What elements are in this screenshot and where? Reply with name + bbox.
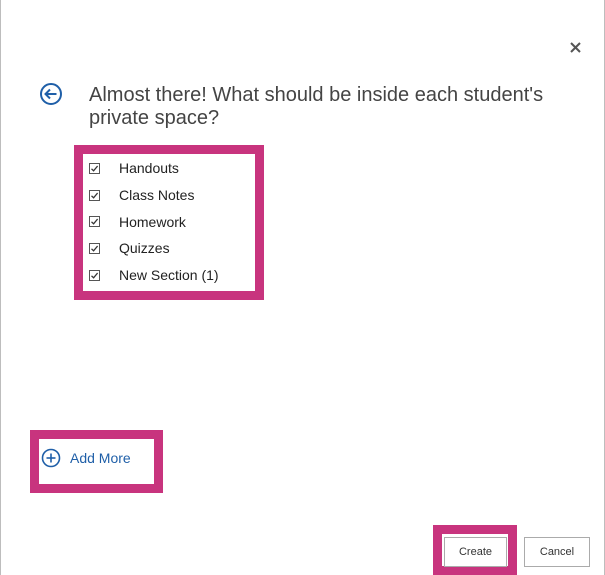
plus-circle-icon (41, 448, 61, 468)
section-label: Handouts (119, 160, 179, 177)
dialog-title: Almost there! What should be inside each… (89, 84, 544, 129)
close-button[interactable] (564, 36, 586, 58)
cancel-button[interactable]: Cancel (524, 537, 590, 567)
back-button[interactable] (39, 82, 63, 106)
checkmark-icon (91, 165, 99, 172)
section-checkbox[interactable] (89, 216, 100, 228)
checkmark-icon (91, 245, 99, 252)
section-label: Quizzes (119, 240, 170, 257)
section-item-homework[interactable]: Homework (89, 208, 219, 235)
back-arrow-icon (40, 83, 62, 105)
section-checkbox[interactable] (89, 242, 100, 254)
section-item-class-notes[interactable]: Class Notes (89, 182, 219, 209)
close-icon (569, 41, 581, 53)
section-item-new-section[interactable]: New Section (1) (89, 262, 219, 289)
checkmark-icon (91, 192, 99, 199)
section-item-handouts[interactable]: Handouts (89, 155, 219, 182)
add-more-label: Add More (70, 450, 131, 466)
section-label: Homework (119, 213, 186, 230)
section-checkbox[interactable] (89, 162, 100, 174)
section-item-quizzes[interactable]: Quizzes (89, 235, 219, 262)
checkmark-icon (91, 218, 99, 225)
add-more-button[interactable]: Add More (41, 448, 131, 468)
sections-list: Handouts Class Notes Homework Quizzes Ne… (89, 155, 219, 288)
section-label: New Section (1) (119, 267, 219, 284)
checkmark-icon (91, 272, 99, 279)
create-button[interactable]: Create (444, 537, 507, 567)
section-label: Class Notes (119, 187, 195, 204)
section-checkbox[interactable] (89, 189, 100, 201)
section-checkbox[interactable] (89, 269, 100, 281)
create-notebook-dialog: Almost there! What should be inside each… (0, 0, 605, 575)
